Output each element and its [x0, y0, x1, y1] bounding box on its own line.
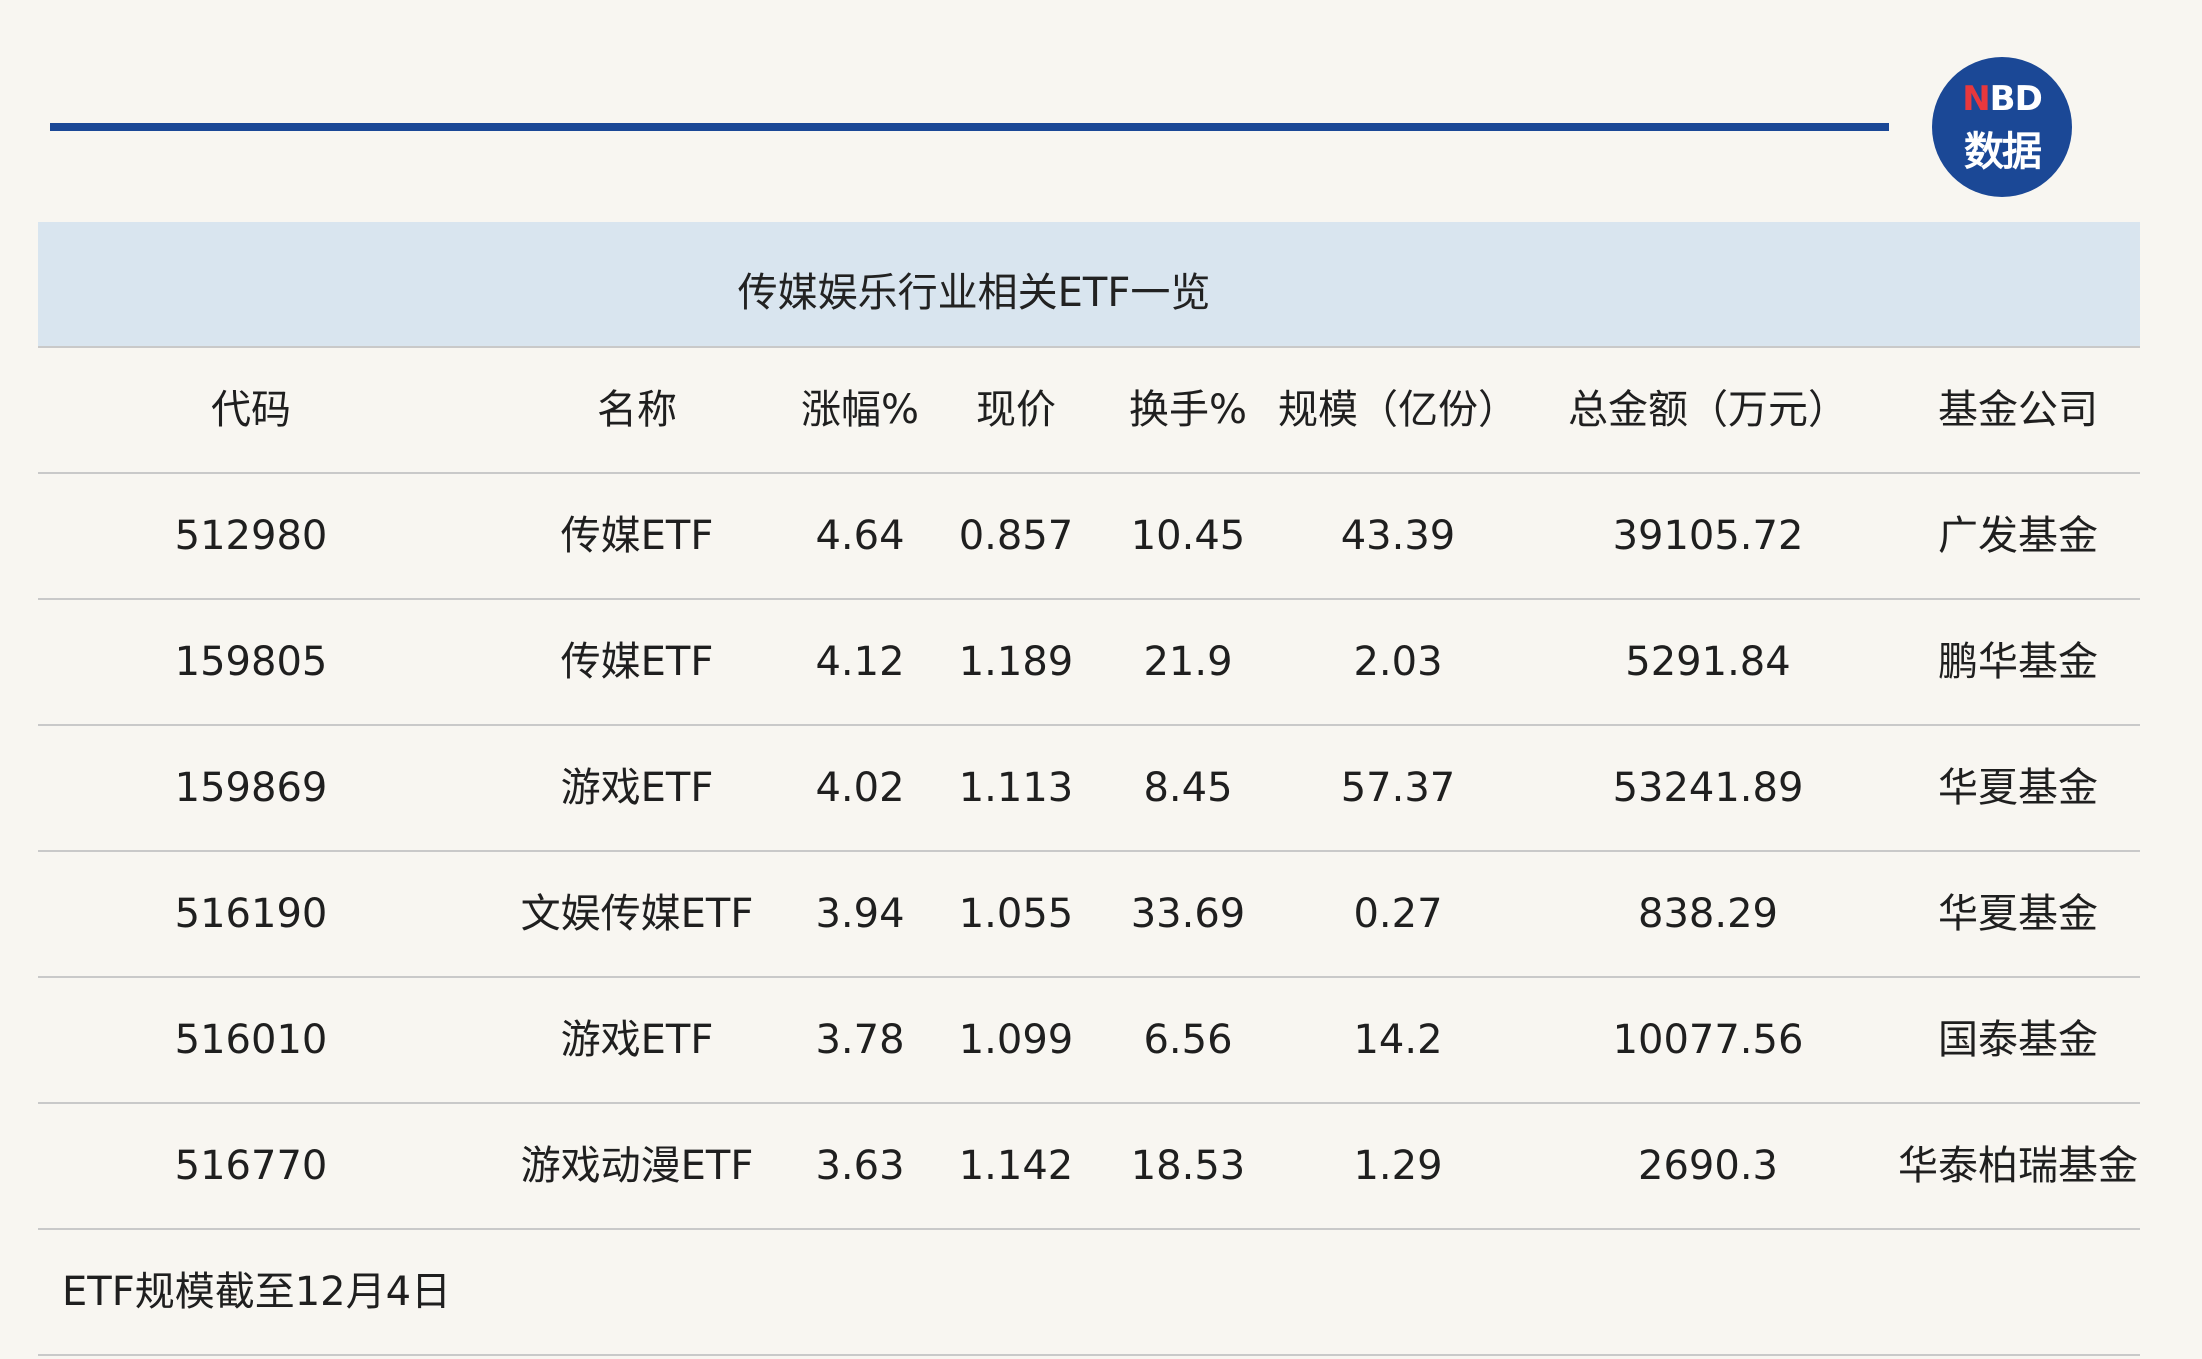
cell-name: 游戏ETF	[560, 1017, 714, 1063]
cell-name: 游戏动漫ETF	[520, 1143, 754, 1189]
cell-code: 516010	[174, 1017, 328, 1063]
table-row: 516010 游戏ETF 3.78 1.099 6.56 14.2 10077.…	[38, 978, 2140, 1104]
cell-name: 文娱传媒ETF	[520, 891, 754, 937]
cell-code: 159869	[174, 765, 328, 811]
header-rule	[50, 123, 1889, 131]
table-header-row: 代码 名称 涨幅% 现价 换手% 规模（亿份） 总金额（万元） 基金公司	[38, 348, 2140, 474]
table-row: 516770 游戏动漫ETF 3.63 1.142 18.53 1.29 269…	[38, 1104, 2140, 1230]
cell-scale: 43.39	[1340, 513, 1456, 559]
cell-amount: 39105.72	[1612, 513, 1804, 559]
cell-scale: 0.27	[1353, 891, 1443, 937]
cell-code: 516770	[174, 1143, 328, 1189]
cell-amount: 5291.84	[1625, 639, 1791, 685]
cell-scale: 57.37	[1340, 765, 1456, 811]
cell-amount: 53241.89	[1612, 765, 1804, 811]
cell-amount: 2690.3	[1638, 1143, 1778, 1189]
footnote-row: ETF规模截至12月4日	[38, 1230, 2140, 1356]
cell-name: 游戏ETF	[560, 765, 714, 811]
cell-company: 华夏基金	[1938, 891, 2098, 937]
logo-text-data: 数据	[1964, 129, 2042, 175]
logo-text-nbd: NBD	[1962, 79, 2043, 119]
cell-company: 华泰柏瑞基金	[1898, 1143, 2138, 1189]
cell-company: 国泰基金	[1938, 1017, 2098, 1063]
cell-code: 512980	[174, 513, 328, 559]
cell-scale: 2.03	[1353, 639, 1443, 685]
table-row: 159869 游戏ETF 4.02 1.113 8.45 57.37 53241…	[38, 726, 2140, 852]
table-row: 159805 传媒ETF 4.12 1.189 21.9 2.03 5291.8…	[38, 600, 2140, 726]
table-row: 516190 文娱传媒ETF 3.94 1.055 33.69 0.27 838…	[38, 852, 2140, 978]
cell-company: 鹏华基金	[1938, 639, 2098, 685]
header-scale: 规模（亿份）	[1278, 387, 1518, 433]
cell-scale: 1.29	[1353, 1143, 1443, 1189]
cell-amount: 838.29	[1638, 891, 1778, 937]
cell-name: 传媒ETF	[560, 639, 714, 685]
header-company: 基金公司	[1938, 387, 2098, 433]
nbd-logo: NBD 数据	[1932, 57, 2072, 197]
table-title: 传媒娱乐行业相关ETF一览	[737, 270, 1211, 316]
cell-code: 516190	[174, 891, 328, 937]
table-title-band: 传媒娱乐行业相关ETF一览	[38, 222, 2140, 348]
cell-name: 传媒ETF	[560, 513, 714, 559]
footnote: ETF规模截至12月4日	[62, 1269, 452, 1315]
cell-amount: 10077.56	[1612, 1017, 1804, 1063]
cell-code: 159805	[174, 639, 328, 685]
header-code: 代码	[211, 387, 291, 433]
cell-company: 华夏基金	[1938, 765, 2098, 811]
header-name: 名称	[597, 387, 677, 433]
cell-scale: 14.2	[1353, 1017, 1443, 1063]
cell-company: 广发基金	[1938, 513, 2098, 559]
table-row: 512980 传媒ETF 4.64 0.857 10.45 43.39 3910…	[38, 474, 2140, 600]
etf-table: 传媒娱乐行业相关ETF一览 代码 名称 涨幅% 现价 换手% 规模（亿份） 总金…	[38, 222, 2140, 1356]
header-amount: 总金额（万元）	[1568, 387, 1848, 433]
